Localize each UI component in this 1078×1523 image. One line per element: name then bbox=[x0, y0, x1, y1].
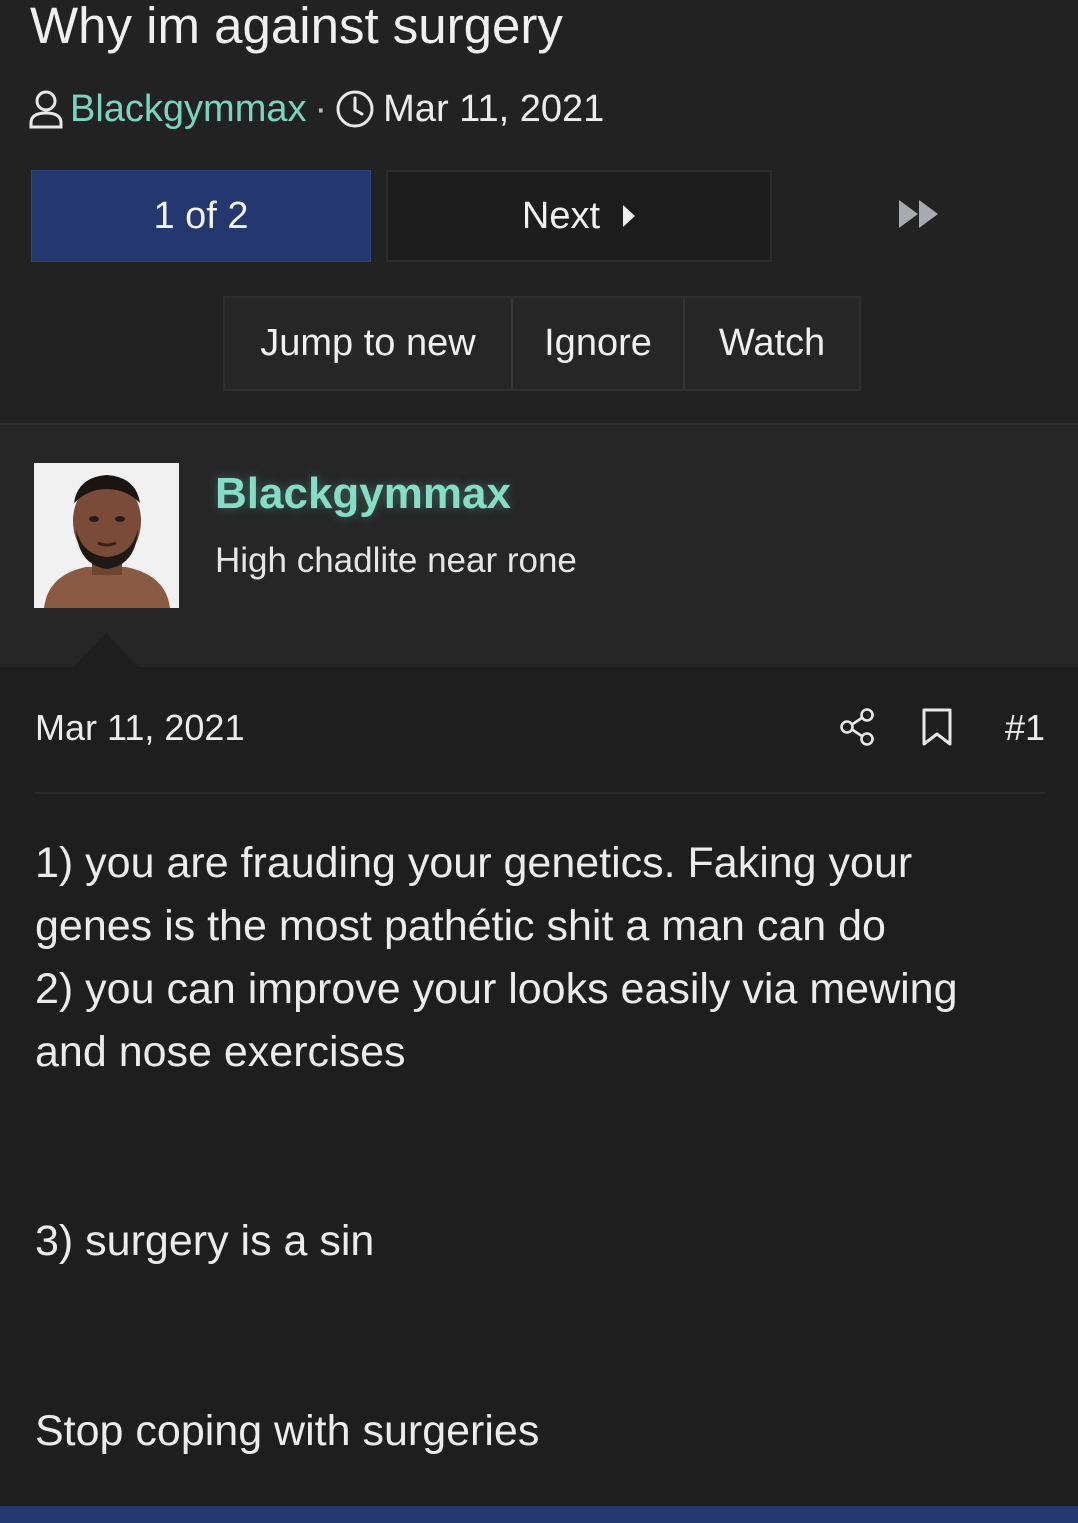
jump-to-new-label: Jump to new bbox=[260, 322, 476, 364]
ignore-label: Ignore bbox=[544, 322, 652, 364]
jump-to-new-button[interactable]: Jump to new bbox=[225, 298, 513, 389]
clock-icon bbox=[335, 89, 375, 129]
next-page-button[interactable]: Next bbox=[386, 170, 772, 262]
watch-button[interactable]: Watch bbox=[685, 298, 859, 389]
post-line: genes is the most pathétic shit a man ca… bbox=[35, 902, 886, 950]
message-arrow bbox=[72, 633, 140, 669]
post-line: 1) you are frauding your genetics. Fakin… bbox=[35, 839, 913, 887]
thread-actions: Jump to new Ignore Watch bbox=[223, 296, 861, 391]
thread-date[interactable]: Mar 11, 2021 bbox=[383, 88, 604, 131]
fast-forward-icon bbox=[898, 199, 940, 234]
thread-meta: Blackgymmax · Mar 11, 2021 bbox=[28, 86, 604, 132]
meta-separator: · bbox=[314, 87, 328, 130]
caret-right-icon bbox=[622, 204, 636, 228]
post-date[interactable]: Mar 11, 2021 bbox=[35, 707, 244, 749]
post-header: Mar 11, 2021 #1 bbox=[35, 695, 1045, 765]
post-divider bbox=[35, 792, 1045, 794]
post-line: 2) you can improve your looks easily via… bbox=[35, 965, 958, 1013]
bottom-bar bbox=[0, 1506, 1078, 1523]
user-icon bbox=[28, 89, 64, 129]
post-line: and nose exercises bbox=[35, 1028, 406, 1076]
post-line: Stop coping with surgeries bbox=[35, 1407, 540, 1455]
bookmark-icon[interactable] bbox=[920, 707, 954, 752]
page-indicator-button[interactable]: 1 of 2 bbox=[31, 170, 371, 262]
page: Why im against surgery Blackgymmax · Mar… bbox=[0, 0, 1078, 1523]
share-icon[interactable] bbox=[838, 707, 878, 752]
post-username[interactable]: Blackgymmax bbox=[215, 469, 511, 519]
post-body: 1) you are frauding your genetics. Fakin… bbox=[35, 832, 1045, 1455]
post-number-link[interactable]: #1 bbox=[1005, 707, 1045, 749]
avatar[interactable] bbox=[34, 463, 179, 608]
next-page-label: Next bbox=[521, 194, 601, 237]
thread-header: Why im against surgery Blackgymmax · Mar… bbox=[0, 0, 1078, 423]
watch-label: Watch bbox=[718, 322, 826, 364]
thread-title: Why im against surgery bbox=[30, 0, 563, 54]
ignore-button[interactable]: Ignore bbox=[513, 298, 685, 389]
user-title: High chadlite near rone bbox=[215, 541, 577, 580]
post-user-block: Blackgymmax High chadlite near rone bbox=[0, 423, 1078, 669]
thread-author-link[interactable]: Blackgymmax bbox=[70, 88, 307, 131]
post-line: 3) surgery is a sin bbox=[35, 1217, 375, 1265]
last-page-button[interactable] bbox=[884, 190, 954, 242]
page-indicator-label: 1 of 2 bbox=[153, 194, 249, 237]
